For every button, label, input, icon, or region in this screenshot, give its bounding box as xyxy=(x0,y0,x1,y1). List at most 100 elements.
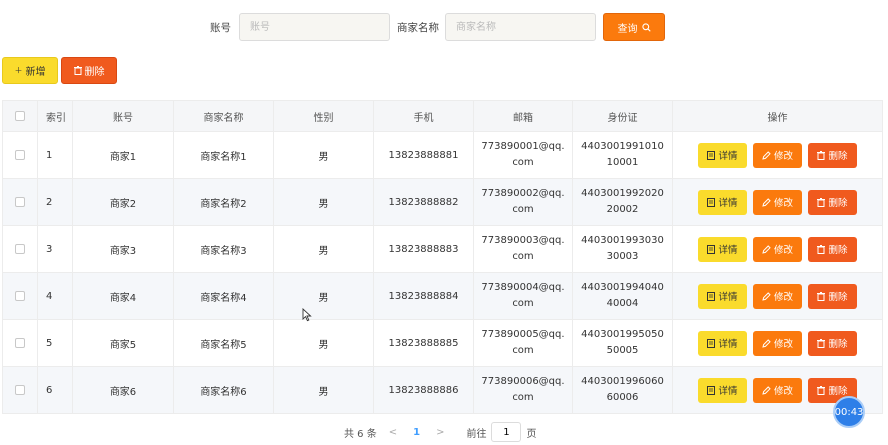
row-select-cell[interactable] xyxy=(2,131,38,179)
edit-label: 修改 xyxy=(773,292,793,303)
trash-icon xyxy=(817,338,826,348)
row-checkbox[interactable] xyxy=(15,337,25,348)
query-button-label: 查询 xyxy=(617,23,638,35)
detail-button[interactable]: 详情 xyxy=(698,189,747,215)
detail-label: 详情 xyxy=(718,151,738,162)
row-select-cell[interactable] xyxy=(2,366,38,414)
cell-email: 773890005@qq.com xyxy=(473,319,573,367)
table-row: 3 商家3 商家名称3 男 13823888883 773890003@qq.com 440… xyxy=(2,225,883,273)
cell-email: 773890004@qq.com xyxy=(473,272,573,320)
query-button[interactable]: 查询 xyxy=(603,13,665,41)
edit-button[interactable]: 修改 xyxy=(753,377,802,403)
cell-phone: 13823888886 xyxy=(373,366,474,414)
detail-button[interactable]: 详情 xyxy=(698,283,747,309)
row-select-cell[interactable] xyxy=(2,272,38,320)
cell-id-card: 440300199404040004 xyxy=(572,272,673,320)
cell-index: 6 xyxy=(37,366,73,414)
cell-gender: 男 xyxy=(273,272,374,320)
row-select-cell[interactable] xyxy=(2,178,38,226)
detail-button[interactable]: 详情 xyxy=(698,236,747,262)
timer-badge[interactable]: 00:43 xyxy=(833,396,865,428)
table-row: 4 商家4 商家名称4 男 13823888884 773890004@qq.com 440… xyxy=(2,272,883,320)
cell-index: 2 xyxy=(37,178,73,226)
cell-phone: 13823888882 xyxy=(373,178,474,226)
header-index: 索引 xyxy=(37,100,73,132)
select-all-checkbox[interactable] xyxy=(15,110,25,121)
edit-button[interactable]: 修改 xyxy=(753,189,802,215)
table-header-row: 索引 账号 商家名称 性别 手机 邮箱 身份证 操作 xyxy=(2,100,883,132)
header-actions: 操作 xyxy=(672,100,883,132)
edit-button[interactable]: 修改 xyxy=(753,330,802,356)
add-button[interactable]: ＋ 新增 xyxy=(2,57,58,84)
next-page-icon[interactable]: > xyxy=(436,427,444,438)
cell-id-card: 440300199202020002 xyxy=(572,178,673,226)
account-label: 账号 xyxy=(210,22,231,34)
cell-email: 773890006@qq.com xyxy=(473,366,573,414)
trash-icon xyxy=(817,385,826,395)
cell-account: 商家1 xyxy=(72,131,174,179)
row-checkbox[interactable] xyxy=(15,196,25,207)
detail-label: 详情 xyxy=(718,245,738,256)
bulk-delete-button[interactable]: 删除 xyxy=(61,57,117,84)
detail-button[interactable]: 详情 xyxy=(698,330,747,356)
edit-label: 修改 xyxy=(773,198,793,209)
table-row: 2 商家2 商家名称2 男 13823888882 773890002@qq.com 440… xyxy=(2,178,883,226)
row-checkbox[interactable] xyxy=(15,149,25,160)
trash-icon xyxy=(817,197,826,207)
delete-label: 删除 xyxy=(828,292,848,303)
document-icon xyxy=(707,291,716,301)
cell-account: 商家3 xyxy=(72,225,174,273)
cell-phone: 13823888883 xyxy=(373,225,474,273)
edit-button[interactable]: 修改 xyxy=(753,142,802,168)
document-icon xyxy=(707,244,716,254)
cell-account: 商家2 xyxy=(72,178,174,226)
detail-button[interactable]: 详情 xyxy=(698,142,747,168)
edit-label: 修改 xyxy=(773,339,793,350)
page-number-current[interactable]: 1 xyxy=(413,427,420,438)
table-row: 6 商家6 商家名称6 男 13823888886 773890006@qq.com 440… xyxy=(2,366,883,414)
prev-page-icon[interactable]: < xyxy=(389,427,397,438)
cell-actions: 详情 修改 删除 xyxy=(672,319,883,367)
plus-icon: ＋ xyxy=(14,66,23,75)
account-input[interactable] xyxy=(239,13,390,41)
detail-button[interactable]: 详情 xyxy=(698,377,747,403)
row-checkbox[interactable] xyxy=(15,290,25,301)
cell-merchant-name: 商家名称3 xyxy=(173,225,274,273)
cell-gender: 男 xyxy=(273,366,374,414)
delete-button[interactable]: 删除 xyxy=(808,189,857,215)
edit-button[interactable]: 修改 xyxy=(753,236,802,262)
delete-button[interactable]: 删除 xyxy=(808,236,857,262)
delete-button[interactable]: 删除 xyxy=(808,283,857,309)
row-select-cell[interactable] xyxy=(2,319,38,367)
document-icon xyxy=(707,385,716,395)
row-checkbox[interactable] xyxy=(15,384,25,395)
delete-label: 删除 xyxy=(828,386,848,397)
header-account: 账号 xyxy=(72,100,174,132)
cell-email: 773890002@qq.com xyxy=(473,178,573,226)
edit-button[interactable]: 修改 xyxy=(753,283,802,309)
row-checkbox[interactable] xyxy=(15,243,25,254)
pencil-icon xyxy=(762,385,771,395)
cell-merchant-name: 商家名称4 xyxy=(173,272,274,320)
merchant-table: 索引 账号 商家名称 性别 手机 邮箱 身份证 操作 1 商家1 商家名称1 男 138… xyxy=(2,100,883,414)
delete-button[interactable]: 删除 xyxy=(808,330,857,356)
table-row: 5 商家5 商家名称5 男 13823888885 773890005@qq.com 440… xyxy=(2,319,883,367)
edit-label: 修改 xyxy=(773,386,793,397)
cell-actions: 详情 修改 删除 xyxy=(672,225,883,273)
goto-page-input[interactable] xyxy=(491,422,522,442)
select-all-cell[interactable] xyxy=(2,100,38,132)
row-select-cell[interactable] xyxy=(2,225,38,273)
cell-phone: 13823888881 xyxy=(373,131,474,179)
cell-account: 商家5 xyxy=(72,319,174,367)
cell-index: 5 xyxy=(37,319,73,367)
delete-label: 删除 xyxy=(828,151,848,162)
page-suffix: 页 xyxy=(526,428,537,440)
merchant-name-input[interactable] xyxy=(445,13,596,41)
cell-email: 773890001@qq.com xyxy=(473,131,573,179)
delete-button[interactable]: 删除 xyxy=(808,142,857,168)
trash-icon xyxy=(817,150,826,160)
cell-gender: 男 xyxy=(273,225,374,273)
cell-id-card: 440300199303030003 xyxy=(572,225,673,273)
cell-account: 商家6 xyxy=(72,366,174,414)
detail-label: 详情 xyxy=(718,386,738,397)
